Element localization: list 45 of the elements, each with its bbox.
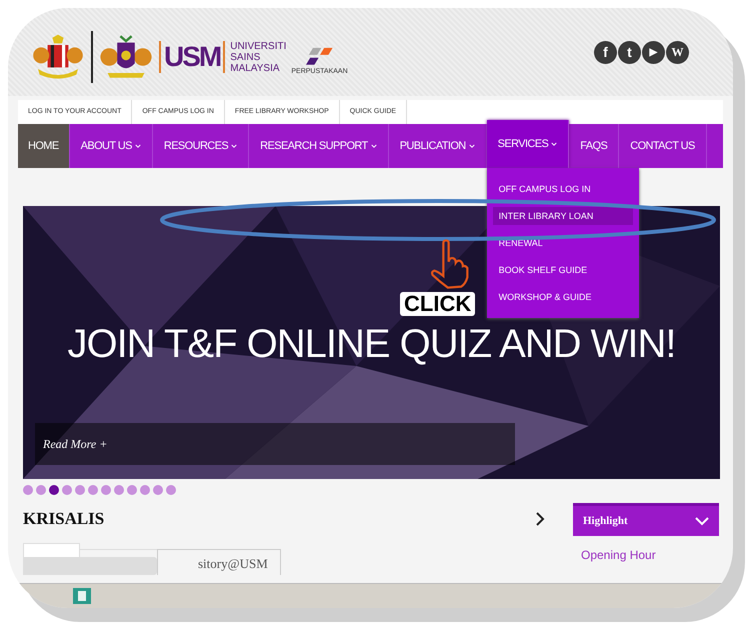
social-link[interactable]: ▶ xyxy=(642,40,665,64)
chevron-down-icon xyxy=(695,516,709,526)
menu-item[interactable]: INTER LIBRARY LOAN xyxy=(492,207,633,225)
social-link[interactable]: W xyxy=(666,40,689,64)
banner-headline: JOIN T&F ONLINE QUIZ AND WIN! xyxy=(66,322,677,367)
nav-tab[interactable]: FAQS xyxy=(569,124,620,168)
slider-dot[interactable] xyxy=(88,485,98,495)
menu-item[interactable]: BOOK SHELF GUIDE xyxy=(492,261,633,279)
social-link[interactable]: t xyxy=(618,40,641,64)
highlight-header[interactable]: Highlight xyxy=(573,503,719,536)
tab[interactable]: sitory@USM xyxy=(157,549,281,575)
university-name-text: MALAYSIA xyxy=(230,62,281,74)
university-name-text: SAINS xyxy=(230,52,262,62)
menu-item[interactable]: RENEWAL xyxy=(492,234,633,252)
tab[interactable] xyxy=(23,543,80,557)
usm-logo-text: USM xyxy=(159,41,226,73)
slider-dot[interactable] xyxy=(101,485,111,495)
sidebar-link[interactable]: Opening Hour xyxy=(581,548,719,562)
slider-dot[interactable] xyxy=(140,485,150,495)
menu-item[interactable]: WORKSHOP & GUIDE xyxy=(492,288,633,306)
publisher-app-icon[interactable] xyxy=(72,587,92,605)
slider-dot[interactable] xyxy=(49,485,59,495)
read-more-link[interactable]: Read More + xyxy=(43,436,108,452)
nav-tab[interactable]: ABOUT US xyxy=(70,124,153,168)
chevron-right-icon[interactable] xyxy=(535,511,545,527)
section-title: KRISALIS xyxy=(23,509,104,529)
click-annotation: CLICK xyxy=(400,292,476,316)
slider-dot[interactable] xyxy=(153,485,163,495)
pointing-hand-drawing xyxy=(430,238,470,290)
university-name-text: UNIVERSITI xyxy=(230,40,286,52)
nav-tab[interactable]: RESOURCES xyxy=(152,124,250,168)
slider-dot[interactable] xyxy=(114,485,124,495)
highlight-title: Highlight xyxy=(583,515,628,527)
slider-dot[interactable] xyxy=(36,485,46,495)
slider-dot[interactable] xyxy=(23,485,33,495)
social-link[interactable]: f xyxy=(594,40,617,64)
menu-item[interactable]: OFF CAMPUS LOG IN xyxy=(492,180,633,198)
slider-dot[interactable] xyxy=(166,485,176,495)
slider-dot[interactable] xyxy=(62,485,72,495)
nav-tab[interactable]: SERVICES xyxy=(486,120,570,168)
nav-tab[interactable]: RESEARCH SUPPORT xyxy=(249,124,389,168)
slider-dot[interactable] xyxy=(75,485,85,495)
slider-dot[interactable] xyxy=(127,485,137,495)
nav-tab[interactable]: CONTACT US xyxy=(619,124,707,168)
nav-tab[interactable]: HOME xyxy=(18,124,70,168)
